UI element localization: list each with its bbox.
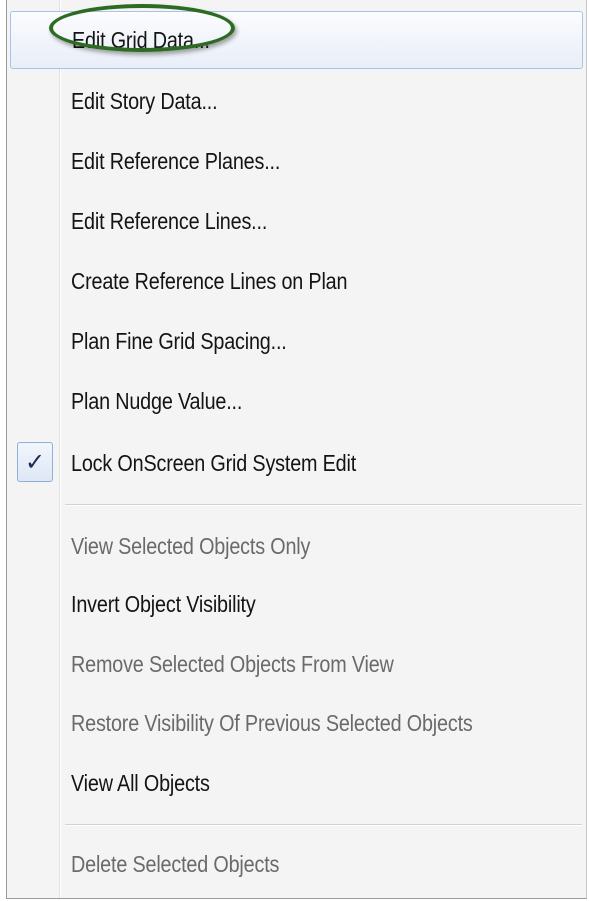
menu-separator	[65, 824, 582, 826]
menu-item-label: View All Objects	[71, 770, 210, 796]
checkmark-icon: ✓	[24, 448, 46, 476]
menu-item-label: Plan Fine Grid Spacing...	[71, 328, 287, 354]
menu-item-edit-story-data[interactable]: Edit Story Data...	[7, 72, 586, 130]
menu-item-edit-reference-planes[interactable]: Edit Reference Planes...	[7, 132, 586, 190]
menu-item-view-selected-objects-only[interactable]: View Selected Objects Only	[7, 517, 586, 575]
menu-item-lock-onscreen-grid-system-edit[interactable]: ✓ Lock OnScreen Grid System Edit	[7, 434, 586, 492]
menu-item-label: View Selected Objects Only	[71, 533, 311, 559]
menu-item-create-reference-lines-on-plan[interactable]: Create Reference Lines on Plan	[7, 252, 586, 310]
menu-separator	[65, 504, 582, 506]
menu-item-label: Restore Visibility Of Previous Selected …	[71, 710, 473, 736]
menu-item-label: Remove Selected Objects From View	[71, 651, 394, 677]
menu-item-view-all-objects[interactable]: View All Objects	[7, 754, 586, 812]
menu-item-restore-visibility-of-previous-selected-objects[interactable]: Restore Visibility Of Previous Selected …	[7, 694, 586, 752]
menu-item-edit-reference-lines[interactable]: Edit Reference Lines...	[7, 192, 586, 250]
menu-item-plan-fine-grid-spacing[interactable]: Plan Fine Grid Spacing...	[7, 312, 586, 370]
annotation-highlight-oval	[49, 4, 235, 52]
menu-item-plan-nudge-value[interactable]: Plan Nudge Value...	[7, 372, 586, 430]
context-menu: Edit Grid Data... Edit Story Data... Edi…	[6, 0, 587, 899]
checkmark-box: ✓	[17, 442, 53, 482]
menu-item-label: Plan Nudge Value...	[71, 388, 243, 414]
menu-item-label: Lock OnScreen Grid System Edit	[71, 450, 357, 476]
menu-item-label: Create Reference Lines on Plan	[71, 268, 348, 294]
menu-item-label: Edit Story Data...	[71, 88, 218, 114]
menu-item-label: Delete Selected Objects	[71, 851, 280, 877]
menu-item-delete-selected-objects[interactable]: Delete Selected Objects	[7, 835, 586, 893]
menu-item-label: Edit Reference Planes...	[71, 148, 281, 174]
menu-item-remove-selected-objects-from-view[interactable]: Remove Selected Objects From View	[7, 635, 586, 693]
menu-item-label: Invert Object Visibility	[71, 591, 256, 617]
menu-item-invert-object-visibility[interactable]: Invert Object Visibility	[7, 575, 586, 633]
menu-item-label: Edit Reference Lines...	[71, 208, 268, 234]
